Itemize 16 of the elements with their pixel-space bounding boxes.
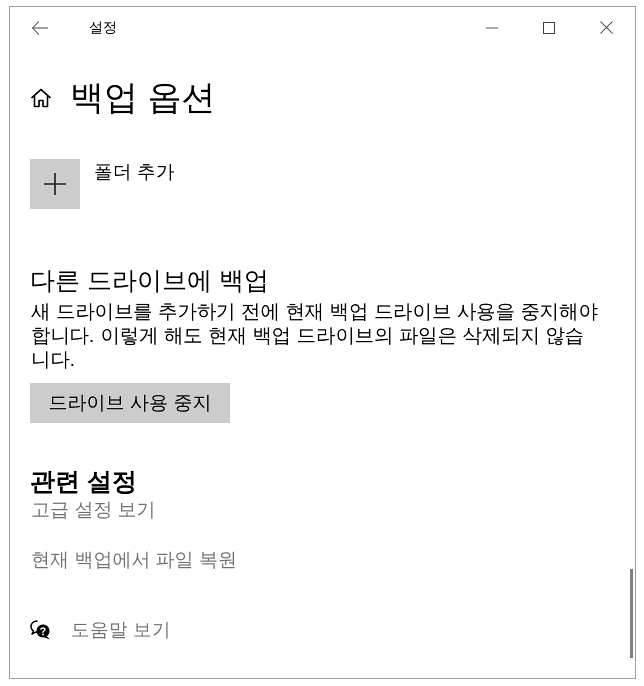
close-icon[interactable] [600,21,612,34]
page-title: 백업 옵션 [70,78,216,119]
minimize-icon[interactable] [486,26,498,28]
stop-drive-button[interactable]: 드라이브 사용 중지 [30,383,230,423]
maximize-icon[interactable] [542,22,554,34]
section-heading: 다른 드라이브에 백업 [30,266,269,296]
help-chat-icon [30,620,51,640]
add-folder-button[interactable] [30,159,80,209]
section-heading: 관련 설정 [30,467,137,497]
scrollbar-thumb[interactable] [630,569,633,658]
add-folder-label: 폴더 추가 [94,160,176,184]
section-description: 새 드라이브를 추가하기 전에 현재 백업 드라이브 사용을 중지해야 합니다. 이렇게 해도 현재 백업 드라이브의 파일은 삭제되지 않습니다. [31,300,599,372]
window-title: 설정 [89,18,117,36]
back-arrow-icon[interactable] [32,20,48,34]
home-icon [30,88,52,108]
plus-icon [44,173,66,195]
